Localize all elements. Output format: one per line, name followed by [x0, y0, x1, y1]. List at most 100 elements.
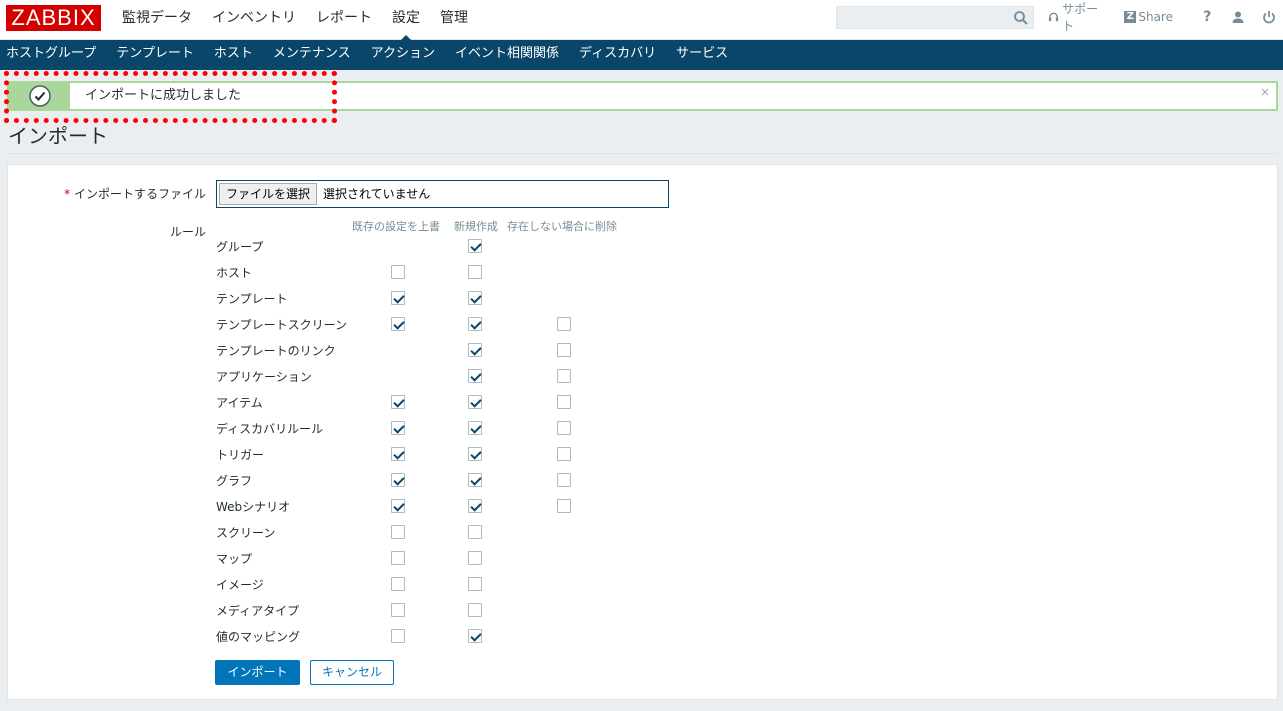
column-update-existing: 既存の設定を上書 [352, 220, 440, 233]
sub-nav-maintenance[interactable]: メンテナンス [263, 40, 361, 70]
import-button[interactable]: インポート [215, 660, 300, 685]
rule-row: メディアタイプ [216, 600, 696, 620]
user-profile-button[interactable] [1230, 8, 1247, 26]
rule-delete-checkbox[interactable] [557, 421, 571, 435]
rule-delete-checkbox[interactable] [557, 447, 571, 461]
rule-row: アプリケーション [216, 366, 696, 386]
main-nav-configuration[interactable]: 設定 [382, 0, 430, 41]
rule-label: ディスカバリルール [216, 422, 324, 436]
user-icon [1232, 11, 1244, 23]
close-message-icon[interactable]: × [1260, 85, 1270, 99]
rule-create-checkbox[interactable] [468, 369, 482, 383]
rule-update-checkbox[interactable] [391, 317, 405, 331]
rule-label: メディアタイプ [216, 604, 300, 618]
rule-update-checkbox[interactable] [391, 603, 405, 617]
sub-nav-actions[interactable]: アクション [361, 40, 445, 70]
share-label: Share [1138, 10, 1173, 24]
main-nav-reports[interactable]: レポート [306, 0, 382, 40]
sub-nav-host-groups[interactable]: ホストグループ [0, 40, 106, 70]
rule-delete-checkbox[interactable] [557, 473, 571, 487]
rule-delete-checkbox[interactable] [557, 395, 571, 409]
rule-update-checkbox[interactable] [391, 525, 405, 539]
rule-create-checkbox[interactable] [468, 629, 482, 643]
rule-label: アプリケーション [216, 370, 312, 384]
success-icon-box [9, 83, 70, 109]
file-status: 選択されていません [323, 187, 431, 201]
search-input[interactable] [837, 7, 1007, 28]
sub-nav-discovery[interactable]: ディスカバリ [569, 40, 666, 70]
sub-nav-event-correlation[interactable]: イベント相関関係 [445, 40, 569, 70]
rule-row: Webシナリオ [216, 496, 696, 516]
rule-create-checkbox[interactable] [468, 525, 482, 539]
rule-label: Webシナリオ [216, 500, 291, 514]
rule-label: イメージ [216, 578, 264, 592]
rule-label: マップ [216, 552, 253, 566]
rule-create-checkbox[interactable] [468, 447, 482, 461]
rule-row: ディスカバリルール [216, 418, 696, 438]
rule-label: グループ [216, 240, 264, 254]
rule-delete-checkbox[interactable] [557, 499, 571, 513]
main-nav: 監視データ インベントリ レポート 設定 管理 [112, 0, 478, 41]
rule-update-checkbox[interactable] [391, 629, 405, 643]
rule-label: トリガー [216, 448, 265, 462]
rule-label: 値のマッピング [216, 630, 301, 644]
rule-create-checkbox[interactable] [468, 577, 482, 591]
file-field-label: * インポートするファイル [64, 185, 206, 202]
sub-nav-services[interactable]: サービス [666, 40, 738, 70]
success-message-text: インポートに成功しました [85, 88, 242, 103]
power-icon [1262, 11, 1275, 24]
rule-delete-checkbox[interactable] [557, 317, 571, 331]
rule-row: 値のマッピング [216, 626, 696, 646]
rule-update-checkbox[interactable] [391, 473, 405, 487]
rule-row: グループ [216, 236, 696, 256]
sub-nav-hosts[interactable]: ホスト [204, 40, 263, 70]
search-icon[interactable] [1013, 10, 1029, 26]
import-form: * インポートするファイル ファイルを選択 選択されていません ルール 既存の設… [7, 164, 1278, 700]
rule-create-checkbox[interactable] [468, 395, 482, 409]
column-create-new: 新規作成 [454, 220, 498, 233]
support-link[interactable]: サポート [1048, 0, 1106, 34]
rule-create-checkbox[interactable] [468, 603, 482, 617]
rule-create-checkbox[interactable] [468, 317, 482, 331]
rule-create-checkbox[interactable] [468, 499, 482, 513]
help-icon: ? [1203, 9, 1212, 25]
help-button[interactable]: ? [1199, 8, 1216, 26]
rule-update-checkbox[interactable] [391, 265, 405, 279]
rule-label: スクリーン [216, 526, 276, 540]
rule-create-checkbox[interactable] [468, 551, 482, 565]
share-z-icon: Z [1124, 11, 1137, 23]
rule-create-checkbox[interactable] [468, 291, 482, 305]
logout-button[interactable] [1260, 8, 1277, 26]
rule-create-checkbox[interactable] [468, 421, 482, 435]
rule-create-checkbox[interactable] [468, 343, 482, 357]
zabbix-logo[interactable]: ZABBIX [6, 5, 101, 31]
rule-update-checkbox[interactable] [391, 551, 405, 565]
rules-label: ルール [169, 225, 206, 239]
sub-nav-templates[interactable]: テンプレート [106, 40, 204, 70]
rule-update-checkbox[interactable] [391, 577, 405, 591]
share-link[interactable]: Z Share [1124, 10, 1173, 24]
rule-row: イメージ [216, 574, 696, 594]
header-links: サポート Z Share ? [1048, 0, 1283, 34]
rule-update-checkbox[interactable] [391, 499, 405, 513]
search-box [836, 6, 1034, 29]
rule-row: テンプレート [216, 288, 696, 308]
rule-update-checkbox[interactable] [391, 291, 405, 305]
file-input[interactable]: ファイルを選択 選択されていません [216, 180, 669, 208]
rule-delete-checkbox[interactable] [557, 369, 571, 383]
rule-delete-checkbox[interactable] [557, 343, 571, 357]
rule-update-checkbox[interactable] [391, 447, 405, 461]
required-mark: * [64, 187, 71, 201]
rule-create-checkbox[interactable] [468, 265, 482, 279]
rule-create-checkbox[interactable] [468, 239, 482, 253]
choose-file-button[interactable]: ファイルを選択 [219, 183, 318, 205]
rule-update-checkbox[interactable] [391, 421, 405, 435]
rule-row: アイテム [216, 392, 696, 412]
rule-update-checkbox[interactable] [391, 395, 405, 409]
rule-create-checkbox[interactable] [468, 473, 482, 487]
rule-label: アイテム [216, 396, 263, 410]
cancel-button[interactable]: キャンセル [310, 660, 394, 685]
main-nav-monitoring[interactable]: 監視データ [112, 0, 202, 40]
main-nav-inventory[interactable]: インベントリ [202, 0, 306, 40]
main-nav-administration[interactable]: 管理 [430, 0, 478, 40]
